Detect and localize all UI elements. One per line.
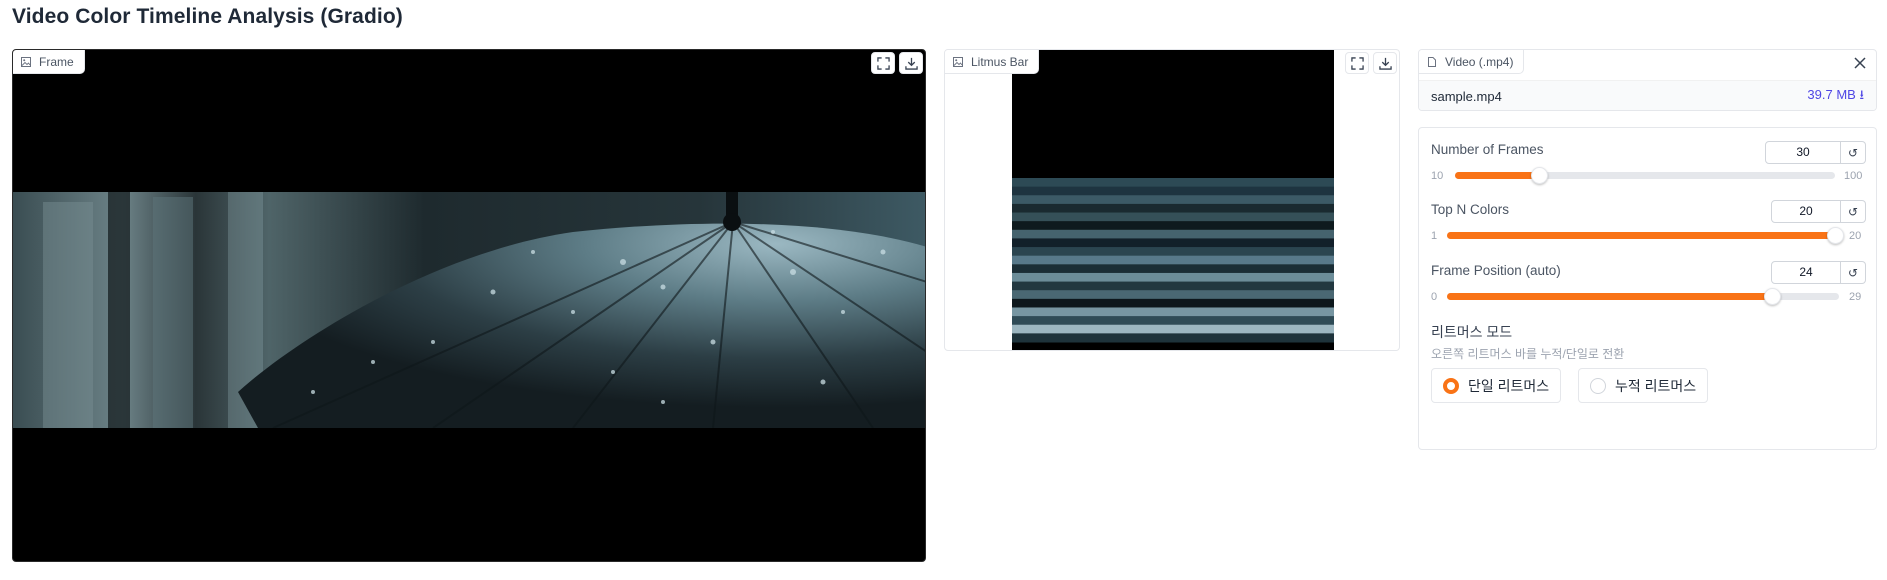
radio-single-litmus[interactable]: 단일 리트머스	[1431, 368, 1562, 403]
frames-slider-thumb[interactable]	[1531, 167, 1549, 184]
topn-number-group: 20 ↺	[1771, 200, 1866, 223]
frame-actions	[869, 50, 925, 76]
litmus-stripe	[1012, 203, 1334, 214]
frames-number-input[interactable]: 30	[1765, 141, 1841, 164]
image-icon	[953, 56, 963, 67]
litmus-stripe	[1012, 178, 1334, 188]
reset-icon: ↺	[1847, 204, 1859, 219]
litmus-label-text: Litmus Bar	[971, 54, 1029, 69]
video-label: Video (.mp4)	[1419, 50, 1525, 74]
fullscreen-icon	[876, 56, 890, 70]
litmus-stripe	[1012, 255, 1334, 265]
close-icon	[1854, 57, 1866, 69]
litmus-stripe	[1012, 298, 1334, 308]
reset-icon: ↺	[1847, 145, 1859, 160]
position-slider-fill	[1447, 293, 1772, 300]
download-button[interactable]	[899, 52, 923, 74]
litmus-stripe	[1012, 281, 1334, 291]
litmus-bar-image	[1012, 50, 1334, 350]
frame-image-panel: Frame	[12, 49, 926, 562]
radio-indicator	[1443, 377, 1459, 394]
litmus-stripe	[1012, 316, 1334, 326]
topn-number-input[interactable]: 20	[1771, 200, 1841, 223]
file-row: sample.mp4 39.7 MB ⭳	[1419, 80, 1876, 110]
litmus-stripe	[1012, 290, 1334, 300]
frame-label-text: Frame	[39, 54, 74, 69]
frames-reset-button[interactable]: ↺	[1841, 141, 1866, 164]
litmus-actions	[1343, 50, 1399, 76]
position-reset-button[interactable]: ↺	[1841, 261, 1866, 284]
fullscreen-button[interactable]	[1345, 52, 1369, 74]
litmus-label: Litmus Bar	[945, 50, 1040, 74]
litmus-stripe	[1012, 212, 1334, 222]
topn-slider[interactable]	[1447, 227, 1844, 244]
litmus-stripe	[1012, 186, 1334, 196]
litmus-stripe	[1012, 324, 1334, 334]
topn-reset-button[interactable]: ↺	[1841, 200, 1866, 223]
file-icon	[1428, 56, 1436, 67]
position-number-group: 24 ↺	[1771, 261, 1866, 284]
topn-slider-fill	[1447, 232, 1835, 239]
radio-indicator	[1590, 377, 1606, 394]
litmus-stripe	[1012, 221, 1334, 231]
video-label-text: Video (.mp4)	[1445, 54, 1514, 69]
frames-slider[interactable]	[1455, 167, 1835, 184]
topn-label: Top N Colors	[1431, 202, 1510, 217]
radio-label: 누적 리트머스	[1615, 377, 1697, 394]
litmus-stripe	[1012, 247, 1334, 257]
topn-max: 20	[1849, 230, 1862, 242]
topn-slider-thumb[interactable]	[1827, 227, 1844, 244]
image-icon	[21, 56, 31, 67]
frames-label: Number of Frames	[1431, 142, 1544, 157]
clear-file-button[interactable]	[1848, 51, 1872, 75]
radio-label: 단일 리트머스	[1468, 377, 1550, 394]
video-upload-panel: Video (.mp4) sample.mp4 39.7 MB ⭳	[1418, 49, 1877, 111]
litmus-stripe	[1012, 264, 1334, 274]
litmus-stripe	[1012, 238, 1334, 248]
page-title: Video Color Timeline Analysis (Gradio)	[12, 5, 403, 28]
position-max: 29	[1849, 291, 1862, 303]
frames-max: 100	[1844, 170, 1863, 182]
frames-number-group: 30 ↺	[1765, 141, 1866, 164]
reset-icon: ↺	[1847, 265, 1859, 280]
position-slider[interactable]	[1447, 288, 1839, 305]
litmus-mode-title: 리트머스 모드	[1431, 324, 1513, 340]
litmus-stripe	[1012, 195, 1334, 205]
frame-label: Frame	[13, 50, 85, 74]
litmus-stripe	[1012, 272, 1334, 283]
download-icon	[904, 57, 918, 70]
position-min: 0	[1431, 291, 1438, 303]
position-number-input[interactable]: 24	[1771, 261, 1841, 284]
download-icon	[1378, 57, 1392, 70]
position-slider-thumb[interactable]	[1763, 288, 1781, 305]
topn-min: 1	[1431, 230, 1438, 242]
download-button[interactable]	[1373, 52, 1397, 74]
frames-min: 10	[1431, 170, 1444, 182]
litmus-stripe	[1012, 307, 1334, 317]
litmus-mode-info: 오른쪽 리트머스 바를 누적/단일로 전환	[1431, 347, 1625, 361]
litmus-bar-panel: Litmus Bar	[944, 49, 1400, 351]
umbrella-rain-frame-image	[13, 192, 925, 428]
position-label: Frame Position (auto)	[1431, 263, 1561, 278]
fullscreen-button[interactable]	[871, 52, 895, 74]
controls-panel: Number of Frames 30 ↺ 10 100 Top N Color…	[1418, 127, 1877, 450]
radio-cumulative-litmus[interactable]: 누적 리트머스	[1578, 368, 1709, 403]
litmus-stripe	[1012, 229, 1334, 239]
fullscreen-icon	[1350, 56, 1364, 70]
frames-slider-fill	[1455, 172, 1540, 179]
file-download-link[interactable]: 39.7 MB ⭳	[1807, 86, 1864, 108]
litmus-stripe	[1012, 333, 1334, 343]
file-name: sample.mp4	[1431, 89, 1502, 104]
